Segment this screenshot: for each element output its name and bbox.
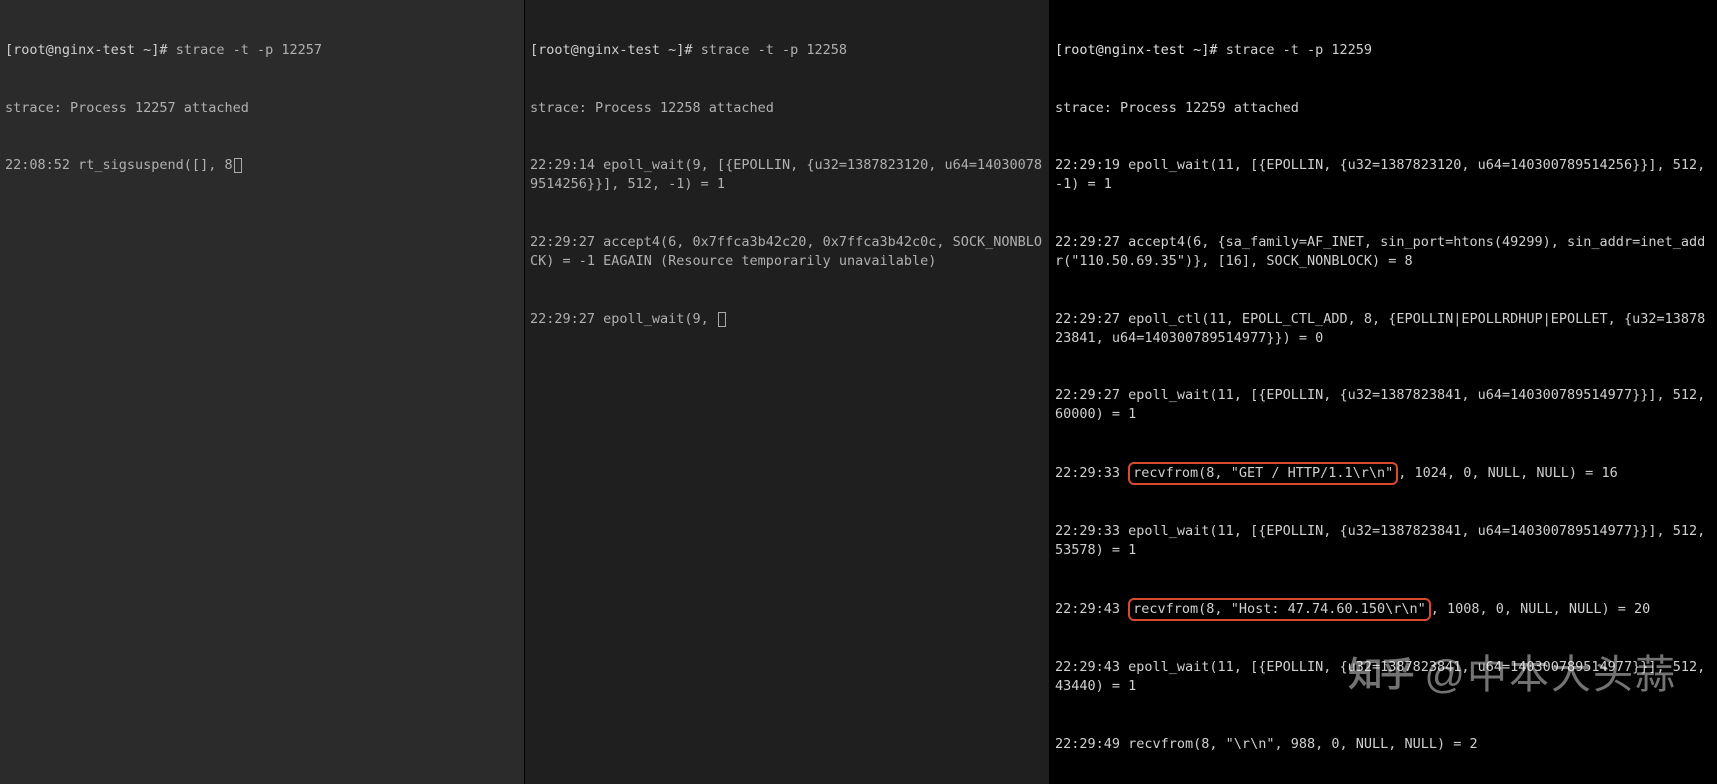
output-line: 22:29:27 epoll_ctl(11, EPOLL_CTL_ADD, 8,…: [1055, 310, 1712, 348]
shell-prompt: [root@nginx-test ~]#: [5, 42, 176, 58]
output-line: 22:08:52 rt_sigsuspend([], 8: [5, 156, 519, 175]
output-line: 22:29:27 accept4(6, {sa_family=AF_INET, …: [1055, 233, 1712, 271]
output-line: 22:29:27 epoll_wait(9,: [530, 310, 1044, 329]
output-text: 22:08:52 rt_sigsuspend([], 8: [5, 157, 233, 173]
terminal-pane-3[interactable]: [root@nginx-test ~]# strace -t -p 12259 …: [1050, 0, 1717, 784]
output-line: 22:29:27 epoll_wait(11, [{EPOLLIN, {u32=…: [1055, 386, 1712, 424]
timestamp: 22:29:43: [1055, 601, 1128, 617]
output-line: strace: Process 12259 attached: [1055, 99, 1712, 118]
shell-prompt: [root@nginx-test ~]#: [1055, 42, 1226, 58]
output-line: 22:29:33 recvfrom(8, "GET / HTTP/1.1\r\n…: [1055, 463, 1712, 484]
output-line: 22:29:43 recvfrom(8, "Host: 47.74.60.150…: [1055, 599, 1712, 620]
output-text: 22:29:27 epoll_wait(9,: [530, 311, 717, 327]
output-line: 22:29:33 epoll_wait(11, [{EPOLLIN, {u32=…: [1055, 522, 1712, 560]
output-text: , 1008, 0, NULL, NULL) = 20: [1431, 601, 1650, 617]
terminal-pane-1[interactable]: [root@nginx-test ~]# strace -t -p 12257 …: [0, 0, 525, 784]
prompt-line: [root@nginx-test ~]# strace -t -p 12257: [5, 41, 519, 60]
highlight-recvfrom-host: recvfrom(8, "Host: 47.74.60.150\r\n": [1128, 598, 1431, 621]
output-text: , 1024, 0, NULL, NULL) = 16: [1398, 465, 1617, 481]
shell-prompt: [root@nginx-test ~]#: [530, 42, 701, 58]
output-line: 22:29:14 epoll_wait(9, [{EPOLLIN, {u32=1…: [530, 156, 1044, 194]
block-cursor-icon: [718, 312, 726, 327]
output-line: strace: Process 12258 attached: [530, 99, 1044, 118]
highlight-recvfrom-get: recvfrom(8, "GET / HTTP/1.1\r\n": [1128, 462, 1398, 485]
output-line: strace: Process 12257 attached: [5, 99, 519, 118]
terminal-panes: [root@nginx-test ~]# strace -t -p 12257 …: [0, 0, 1717, 784]
output-line: 22:29:49 recvfrom(8, "\r\n", 988, 0, NUL…: [1055, 735, 1712, 754]
output-line: 22:29:19 epoll_wait(11, [{EPOLLIN, {u32=…: [1055, 156, 1712, 194]
output-line: 22:29:43 epoll_wait(11, [{EPOLLIN, {u32=…: [1055, 658, 1712, 696]
command-text: strace -t -p 12258: [701, 42, 847, 58]
output-line: 22:29:27 accept4(6, 0x7ffca3b42c20, 0x7f…: [530, 233, 1044, 271]
timestamp: 22:29:33: [1055, 465, 1128, 481]
command-text: strace -t -p 12259: [1226, 42, 1372, 58]
prompt-line: [root@nginx-test ~]# strace -t -p 12258: [530, 41, 1044, 60]
block-cursor-icon: [234, 158, 242, 173]
terminal-pane-2[interactable]: [root@nginx-test ~]# strace -t -p 12258 …: [525, 0, 1050, 784]
command-text: strace -t -p 12257: [176, 42, 322, 58]
prompt-line: [root@nginx-test ~]# strace -t -p 12259: [1055, 41, 1712, 60]
